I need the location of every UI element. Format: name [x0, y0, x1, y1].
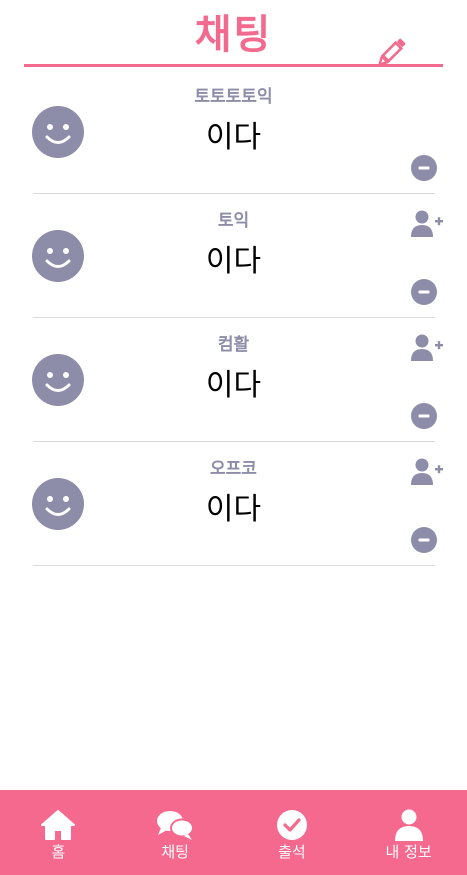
minus-circle-icon	[411, 527, 437, 553]
leave-chat-button[interactable]	[411, 403, 437, 429]
nav-attendance[interactable]: 출석	[234, 790, 351, 875]
minus-circle-icon	[411, 279, 437, 305]
chat-room-item[interactable]: 컴활 이다	[0, 318, 467, 442]
leave-chat-button[interactable]	[411, 279, 437, 305]
chat-room-name: 토익	[217, 211, 250, 231]
nav-chat[interactable]: 채팅	[117, 790, 234, 875]
nav-home[interactable]: 홈	[0, 790, 117, 875]
chat-room-item[interactable]: 토토토토익 이다	[0, 70, 467, 194]
chat-room-item[interactable]: 오프코 이다	[0, 442, 467, 566]
user-plus-icon	[411, 210, 443, 237]
chat-list: 토토토토익 이다 토익 이다 컴활 이다 오프코 이다	[0, 70, 467, 566]
nav-label: 홈	[51, 843, 66, 861]
edit-button[interactable]	[374, 36, 408, 70]
chat-room-name: 컴활	[217, 335, 250, 355]
bottom-nav: 홈 채팅 출석 내 정보	[0, 790, 467, 875]
check-circle-icon	[276, 809, 308, 841]
divider	[33, 565, 435, 566]
nav-label: 채팅	[161, 843, 189, 861]
nav-label: 내 정보	[385, 843, 432, 861]
header: 채팅	[0, 0, 467, 70]
add-friend-button[interactable]	[410, 458, 444, 486]
add-friend-button[interactable]	[410, 210, 444, 238]
pencil-icon	[378, 38, 406, 66]
chat-room-name: 오프코	[210, 459, 257, 479]
minus-circle-icon	[411, 155, 437, 181]
chat-last-message: 이다	[205, 492, 262, 527]
chat-room-name: 토토토토익	[194, 87, 273, 107]
nav-my-info[interactable]: 내 정보	[350, 790, 467, 875]
user-icon	[394, 809, 424, 841]
user-plus-icon	[411, 458, 443, 485]
minus-circle-icon	[411, 403, 437, 429]
add-friend-button[interactable]	[410, 334, 444, 362]
chat-last-message: 이다	[205, 244, 262, 279]
nav-label: 출석	[278, 843, 306, 861]
chat-last-message: 이다	[205, 120, 262, 155]
user-plus-icon	[411, 334, 443, 361]
chat-last-message: 이다	[205, 368, 262, 403]
leave-chat-button[interactable]	[411, 155, 437, 181]
home-icon	[40, 809, 76, 841]
leave-chat-button[interactable]	[411, 527, 437, 553]
chat-bubbles-icon	[155, 809, 195, 841]
chat-room-item[interactable]: 토익 이다	[0, 194, 467, 318]
